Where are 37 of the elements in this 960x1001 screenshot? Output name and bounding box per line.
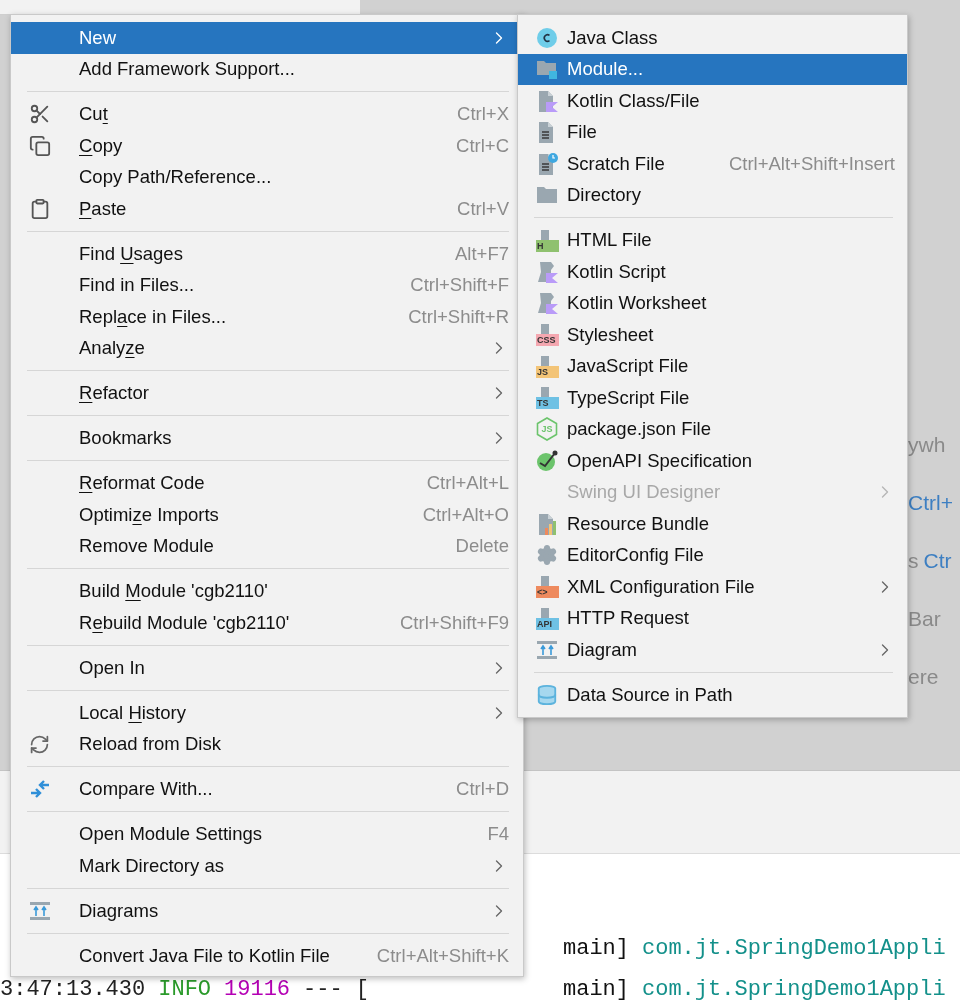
editor-hint: ywh	[908, 432, 947, 458]
menu-item[interactable]: Compare With... Ctrl+D	[11, 773, 523, 805]
database-icon	[536, 683, 558, 706]
log-separator: --- [	[303, 976, 370, 1001]
diagram-icon	[536, 638, 558, 661]
editor-hint: Bar	[908, 606, 942, 632]
log-logger: com.jt.SpringDemo1Appli	[642, 976, 946, 1001]
menu-item[interactable]: Diagrams	[11, 895, 523, 927]
class-icon	[536, 26, 558, 49]
editor-hint: s Ctr	[908, 548, 953, 574]
gear-icon	[536, 544, 558, 567]
log-thread: main]	[563, 976, 629, 1001]
menu-item[interactable]: Mark Directory as	[11, 850, 523, 882]
scissors-icon	[29, 103, 51, 126]
menu-item[interactable]: Convert Java File to Kotlin File Ctrl+Alt+Shift+K	[11, 940, 523, 972]
reload-icon	[29, 733, 50, 755]
copy-icon	[29, 134, 51, 157]
bundle-icon	[536, 512, 558, 535]
kotlin-script-icon	[536, 260, 558, 283]
log-level: INFO	[158, 976, 212, 1001]
editor-hint: ere	[908, 664, 940, 690]
clipboard-icon	[29, 197, 51, 220]
log-time: 3:47:13.430	[0, 976, 146, 1001]
kotlin-script-icon	[536, 292, 558, 315]
diagram-icon	[29, 899, 51, 922]
log-logger: com.jt.SpringDemo1Appli	[642, 935, 946, 961]
menu-item[interactable]: Reload from Disk	[11, 728, 523, 760]
scratch-file-icon	[536, 152, 558, 175]
editor-hint: Ctrl+	[908, 490, 954, 516]
api-spec-icon	[536, 449, 558, 472]
menu-item[interactable]: Open Module Settings F4	[11, 818, 523, 850]
kotlin-file-icon	[536, 89, 558, 112]
module-folder-icon	[536, 58, 558, 81]
nodejs-icon: JS	[536, 417, 558, 442]
log-thread: main]	[563, 935, 629, 961]
log-pid: 19116	[224, 976, 291, 1001]
menu-item[interactable]: Module...	[518, 53, 907, 85]
